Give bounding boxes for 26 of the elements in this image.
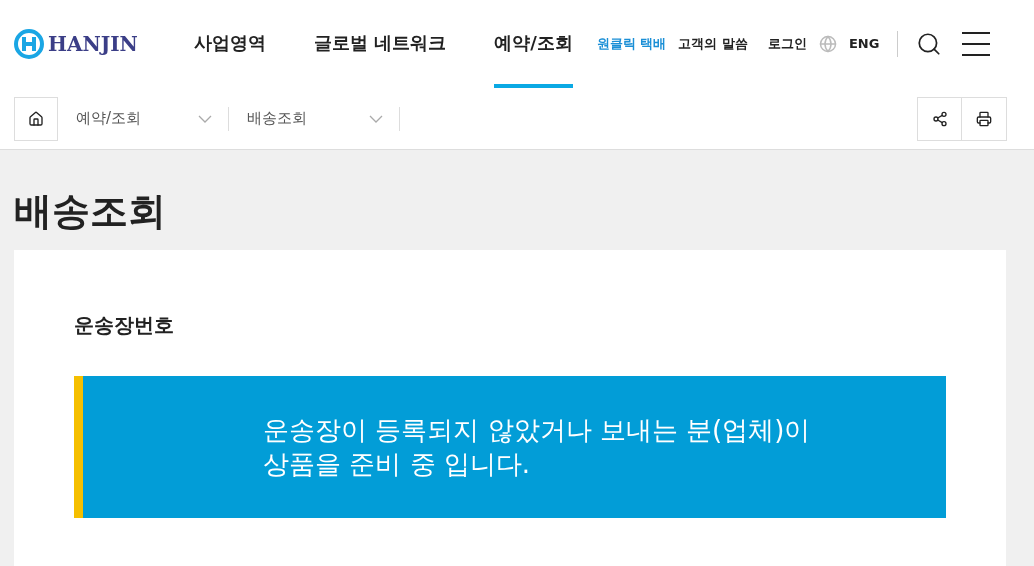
field-label: 운송장번호 xyxy=(74,312,175,339)
nav-tab[interactable]: 글로벌 네트워크 xyxy=(314,0,447,88)
search-icon xyxy=(916,31,943,57)
chevron-down-icon xyxy=(198,114,212,123)
search-button[interactable] xyxy=(916,31,943,57)
share-button[interactable] xyxy=(917,96,962,141)
home-button[interactable] xyxy=(14,96,58,141)
chevron-down-icon xyxy=(369,114,383,123)
utility-link[interactable]: 로그인 xyxy=(767,34,807,54)
page-title: 배송조회 xyxy=(14,188,167,235)
printer-icon xyxy=(976,110,992,127)
breadcrumb-dropdown[interactable]: 배송조회 xyxy=(229,96,399,141)
utility-link[interactable]: 원클릭 택배 xyxy=(596,34,667,54)
share-icon xyxy=(931,110,948,127)
notice-text: 운송장이 등록되지 않았거나 보내는 분(업체)이 xyxy=(263,414,812,447)
menu-button[interactable] xyxy=(962,32,991,56)
globe-icon xyxy=(818,35,837,53)
utility-link[interactable]: 고객의 말씀 xyxy=(678,34,748,54)
breadcrumb-dropdown[interactable]: 예약/조회 xyxy=(58,96,228,141)
nav-tab[interactable]: 사업영역 xyxy=(194,0,266,88)
logo-icon xyxy=(14,29,44,59)
logo-text: HANJIN xyxy=(48,31,138,58)
language-link[interactable]: ENG xyxy=(848,34,880,54)
print-button[interactable] xyxy=(962,96,1007,141)
home-icon xyxy=(28,110,44,127)
notice-text: 상품을 준비 중 입니다. xyxy=(263,448,532,481)
